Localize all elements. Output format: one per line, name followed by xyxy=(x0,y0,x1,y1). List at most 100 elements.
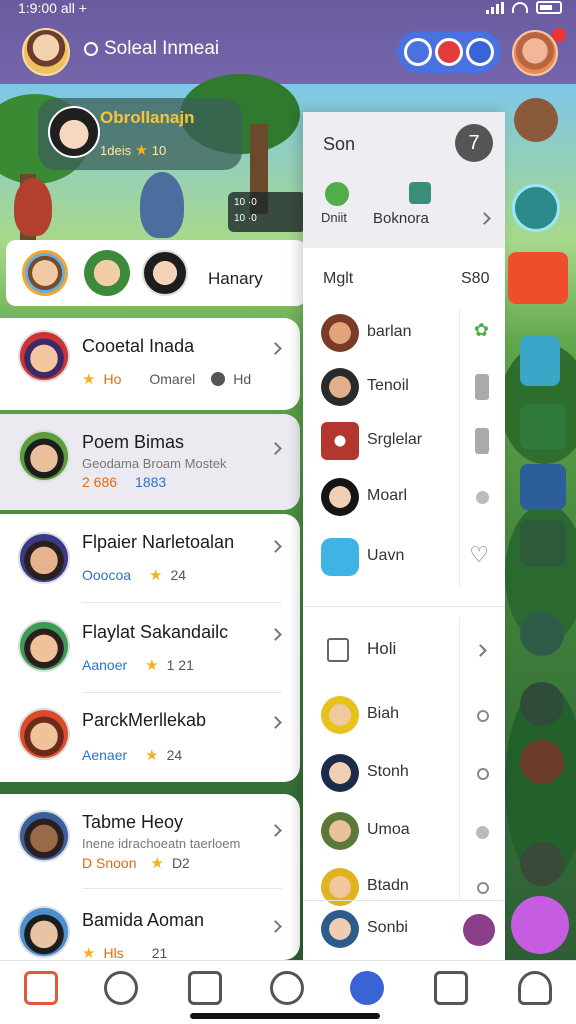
edit-icon[interactable] xyxy=(520,404,566,450)
hud-line: 10 ·0 xyxy=(234,197,257,208)
chat-button[interactable] xyxy=(465,38,494,66)
contact-avatar xyxy=(18,810,70,862)
contact-meta: 2 686 xyxy=(82,474,118,490)
story-label: Hanary xyxy=(208,269,263,288)
search-icon xyxy=(84,42,98,56)
shield-icon xyxy=(321,538,359,576)
list-item[interactable]: Bamida Aoman ★ Hls 21 xyxy=(0,892,300,962)
item-avatar xyxy=(321,478,359,516)
contact-meta: Ooocoa xyxy=(82,567,132,583)
panel-close-button[interactable]: 7 xyxy=(455,124,493,162)
contact-meta: 24 xyxy=(166,747,183,763)
contact-meta: 1 21 xyxy=(166,657,194,673)
panel-section-title: Mglt xyxy=(323,270,354,287)
chevron-right-icon xyxy=(269,442,282,455)
panel-item[interactable]: Uavn ♡ xyxy=(303,534,505,582)
header-actions xyxy=(397,31,501,73)
contact-meta: Hd xyxy=(233,371,252,387)
divider xyxy=(82,692,282,693)
heart-icon[interactable]: ♡ xyxy=(469,542,489,568)
panel-item[interactable]: Moarl xyxy=(303,474,505,522)
search-circle-button[interactable] xyxy=(404,38,433,66)
list-item[interactable]: ParckMerllekab Aenaer ★ 24 xyxy=(0,696,300,782)
story-avatar[interactable] xyxy=(142,250,188,296)
search-icon[interactable] xyxy=(104,971,138,1005)
status-dot-icon xyxy=(476,826,489,839)
contact-meta: Aanoer xyxy=(82,657,128,673)
user-avatar[interactable] xyxy=(512,30,558,76)
home-icon[interactable] xyxy=(24,971,58,1005)
header-search[interactable]: Soleal Inmeai xyxy=(84,38,219,60)
hud-panel: 10 ·0 10 ·0 xyxy=(228,192,306,232)
app-header: 1:9:00 all + Soleal Inmeai xyxy=(0,0,576,84)
rail-avatar[interactable] xyxy=(514,98,558,142)
battery-icon xyxy=(536,1,562,14)
chevron-right-icon xyxy=(474,644,487,657)
status-time: 1:9:00 all + xyxy=(18,0,87,16)
contact-name: ParckMerllekab xyxy=(82,710,207,730)
record-button[interactable] xyxy=(434,38,463,66)
explore-icon[interactable] xyxy=(350,971,384,1005)
panel-item[interactable]: Srglelar xyxy=(303,418,505,466)
contact-meta: Ho xyxy=(103,371,122,387)
panel-item-label: Btadn xyxy=(367,877,409,894)
toggle-icon[interactable] xyxy=(475,374,489,400)
item-avatar xyxy=(321,910,359,948)
list-icon[interactable] xyxy=(520,520,566,566)
list-item[interactable]: Cooetal Inada ★ Ho Omarel Hd xyxy=(0,322,300,406)
radio-icon[interactable] xyxy=(477,882,489,894)
wallet-icon[interactable] xyxy=(520,682,564,726)
chevron-right-icon[interactable] xyxy=(520,336,560,386)
refresh-icon[interactable] xyxy=(520,612,564,656)
shortcut-label: Boknora xyxy=(373,210,429,227)
list-item[interactable]: Poem Bimas Geodama Broam Mostek 2 686 18… xyxy=(0,418,300,510)
puzzle-icon[interactable] xyxy=(520,740,564,784)
notifications-icon[interactable] xyxy=(434,971,468,1005)
close-icon[interactable] xyxy=(520,842,564,886)
close-icon[interactable] xyxy=(463,914,495,946)
panel-item[interactable]: Stonh xyxy=(303,750,505,798)
panel-header: Son 7 Dniit Boknora xyxy=(303,112,505,248)
panel-item[interactable]: Tenoil xyxy=(303,364,505,412)
panel-item[interactable]: Biah xyxy=(303,692,505,740)
rail-avatar[interactable] xyxy=(512,184,560,232)
rail-card-button[interactable] xyxy=(508,252,568,304)
panel-bottom-user-name: Sonbi xyxy=(367,919,408,936)
panel-item-label: Uavn xyxy=(367,547,405,564)
toggle-icon[interactable] xyxy=(475,428,489,454)
item-avatar xyxy=(321,314,359,352)
calendar-icon[interactable] xyxy=(520,464,566,510)
radio-icon[interactable] xyxy=(477,768,489,780)
list-item[interactable]: Flpaier Narletoalan Ooocoa ★ 24 xyxy=(0,518,300,604)
inbox-icon[interactable] xyxy=(188,971,222,1005)
document-icon xyxy=(327,638,349,662)
star-icon: ★ xyxy=(150,855,164,872)
compass-icon[interactable] xyxy=(270,971,304,1005)
list-item[interactable]: Flaylat Sakandailc Aanoer ★ 1 21 xyxy=(0,606,300,692)
story-avatar[interactable] xyxy=(84,250,130,296)
panel-shortcuts-row[interactable]: Dniit Boknora xyxy=(319,182,499,232)
divider xyxy=(82,602,282,603)
profile-icon[interactable] xyxy=(518,971,552,1005)
radio-icon[interactable] xyxy=(477,710,489,722)
chevron-right-icon xyxy=(269,920,282,933)
game-character xyxy=(14,178,52,236)
panel-item[interactable]: Btadn xyxy=(303,864,505,912)
list-item[interactable]: Tabme Heoy Inene idrachoeatn taerloem D … xyxy=(0,798,300,886)
hero-avatar xyxy=(48,106,100,158)
item-avatar xyxy=(321,754,359,792)
chat-fab[interactable] xyxy=(511,896,569,954)
story-avatar[interactable] xyxy=(22,250,68,296)
panel-item[interactable]: Umoa xyxy=(303,808,505,856)
panel-section-row[interactable]: Holi xyxy=(303,626,505,674)
contact-meta: 24 xyxy=(170,567,187,583)
contact-name: Cooetal Inada xyxy=(82,336,195,356)
shortcut-label: Dniit xyxy=(321,210,348,225)
contact-avatar xyxy=(18,430,70,482)
profile-avatar[interactable] xyxy=(22,28,70,76)
panel-item[interactable]: barlan ✿ xyxy=(303,310,505,358)
panel-title: Son xyxy=(323,134,356,154)
item-avatar xyxy=(321,368,359,406)
panel-item-label: Stonh xyxy=(367,763,409,780)
panel-bottom-user[interactable]: Sonbi xyxy=(303,906,505,954)
